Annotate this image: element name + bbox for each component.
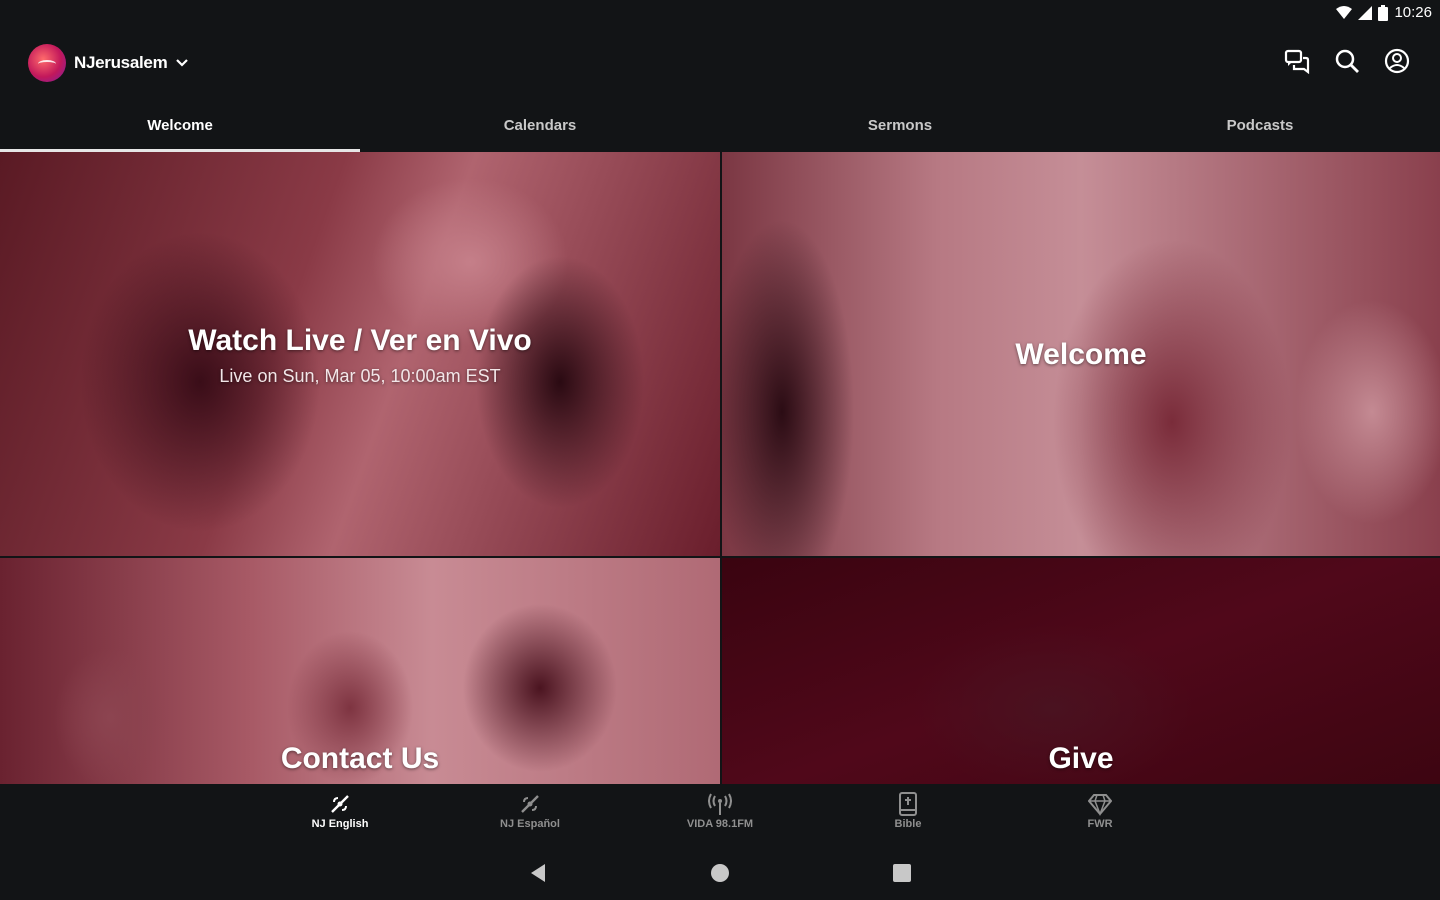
- tab-welcome[interactable]: Welcome: [0, 98, 360, 152]
- app-switcher[interactable]: NJerusalem: [28, 44, 189, 82]
- give-card[interactable]: Give: [722, 558, 1440, 784]
- wifi-icon: [1336, 5, 1353, 19]
- chevron-down-icon: [176, 59, 189, 67]
- welcome-card[interactable]: Welcome: [722, 152, 1440, 556]
- nav-label: NJ English: [311, 818, 369, 830]
- nav-label: FWR: [1087, 818, 1113, 830]
- status-bar: 10:26: [0, 0, 1440, 30]
- card-title: Welcome: [1015, 338, 1147, 371]
- nav-label: VIDA 98.1FM: [686, 818, 754, 830]
- search-icon[interactable]: [1334, 48, 1360, 74]
- broadcast-icon: [521, 795, 539, 813]
- tab-bar: Welcome Calendars Sermons Podcasts: [0, 98, 1440, 152]
- tab-calendars[interactable]: Calendars: [360, 98, 720, 152]
- nav-label: Bible: [894, 818, 922, 830]
- battery-icon: [1378, 4, 1389, 21]
- diamond-icon: [1088, 794, 1112, 816]
- status-icons: 10:26: [1336, 4, 1432, 21]
- status-time: 10:26: [1394, 4, 1432, 21]
- content-grid: Watch Live / Ver en Vivo Live on Sun, Ma…: [0, 152, 1440, 784]
- broadcast-icon: [331, 795, 349, 813]
- tab-sermons[interactable]: Sermons: [720, 98, 1080, 152]
- watch-live-card[interactable]: Watch Live / Ver en Vivo Live on Sun, Ma…: [0, 152, 720, 556]
- chat-icon[interactable]: [1284, 48, 1310, 74]
- contact-us-card[interactable]: Contact Us: [0, 558, 720, 784]
- recents-icon[interactable]: [891, 862, 913, 884]
- app-name: NJerusalem: [74, 53, 168, 72]
- app-logo: [28, 44, 66, 82]
- card-subtitle: Live on Sun, Mar 05, 10:00am EST: [219, 366, 501, 386]
- card-title: Watch Live / Ver en Vivo: [188, 324, 532, 357]
- nav-nj-espanol[interactable]: NJ Español: [460, 792, 600, 830]
- tab-podcasts[interactable]: Podcasts: [1080, 98, 1440, 152]
- nav-nj-english[interactable]: NJ English: [270, 792, 410, 830]
- app-bar-actions: [1284, 48, 1410, 74]
- nav-vida-fm[interactable]: VIDA 98.1FM: [650, 792, 790, 830]
- system-nav-bar: [0, 846, 1440, 900]
- home-icon[interactable]: [709, 862, 731, 884]
- nav-fwr[interactable]: FWR: [1030, 792, 1170, 830]
- bottom-nav: NJ English NJ Español VIDA 98.1FM Bible: [0, 784, 1440, 846]
- nav-bible[interactable]: Bible: [838, 792, 978, 830]
- account-icon[interactable]: [1384, 48, 1410, 74]
- nav-label: NJ Español: [500, 818, 560, 830]
- card-title: Contact Us: [280, 742, 440, 775]
- bible-icon: [899, 792, 917, 816]
- app-bar: NJerusalem: [0, 30, 1440, 98]
- radio-tower-icon: [708, 793, 732, 815]
- back-icon[interactable]: [527, 862, 549, 884]
- signal-icon: [1358, 5, 1373, 20]
- card-title: Give: [1048, 742, 1114, 775]
